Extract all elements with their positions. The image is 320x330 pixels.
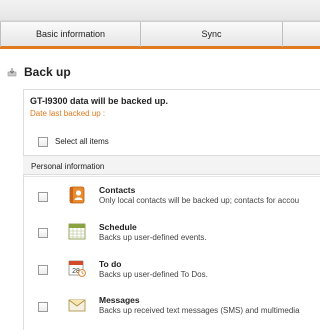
- tab-sync[interactable]: Sync: [141, 22, 283, 47]
- divider: [23, 176, 320, 177]
- todo-name: To do: [99, 259, 122, 269]
- schedule-name: Schedule: [99, 222, 137, 232]
- messages-checkbox[interactable]: [38, 302, 48, 312]
- tab-overflow[interactable]: [283, 22, 320, 47]
- last-backup-date: Date last backed up :: [30, 109, 106, 118]
- contacts-description: Only local contacts will be backed up; c…: [99, 196, 300, 205]
- todo-description: Backs up user-defined To Dos.: [99, 270, 208, 279]
- select-all-label[interactable]: Select all items: [55, 137, 109, 146]
- page-title: Back up: [24, 65, 71, 79]
- schedule-checkbox[interactable]: [38, 228, 48, 238]
- tab-bar: Basic information Sync: [0, 21, 320, 49]
- messages-description: Backs up received text messages (SMS) an…: [99, 306, 300, 315]
- device-backup-text: GT-I9300 data will be backed up.: [30, 96, 169, 106]
- backup-icon: [7, 68, 17, 77]
- contacts-name: Contacts: [99, 185, 136, 195]
- top-bar: [0, 0, 320, 21]
- calendar-icon: [68, 223, 86, 240]
- section-label: Personal information: [31, 162, 105, 171]
- contacts-icon: [69, 186, 85, 204]
- contacts-checkbox[interactable]: [38, 192, 48, 202]
- schedule-description: Backs up user-defined events.: [99, 233, 207, 242]
- backup-panel: [23, 89, 320, 330]
- envelope-icon: [68, 299, 86, 312]
- todo-calendar-icon: 28: [68, 260, 86, 277]
- select-all-checkbox[interactable]: [38, 137, 48, 147]
- messages-name: Messages: [99, 295, 140, 305]
- tab-basic-information[interactable]: Basic information: [0, 22, 141, 47]
- todo-checkbox[interactable]: [38, 265, 48, 275]
